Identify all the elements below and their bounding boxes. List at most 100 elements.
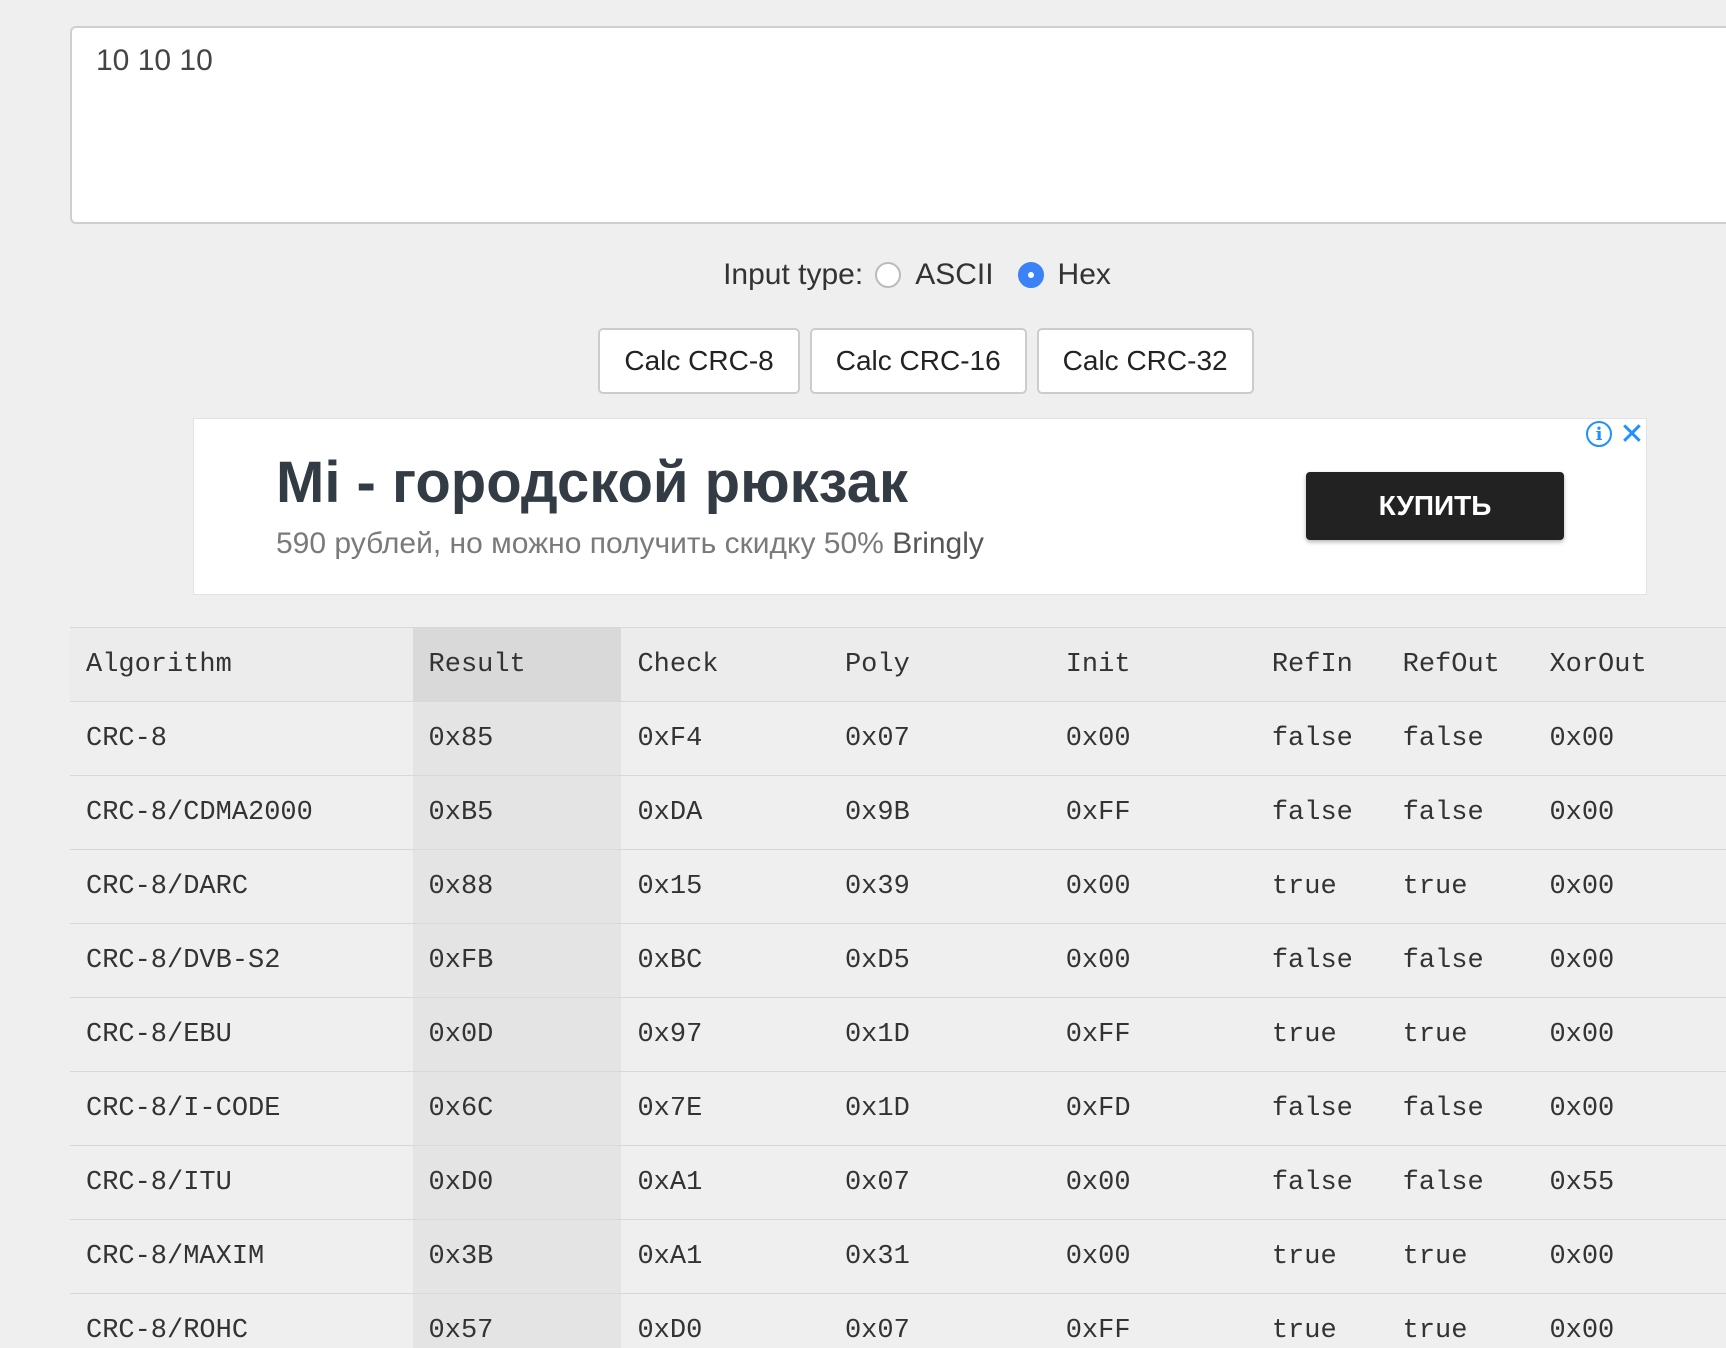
cell-xorout: 0x00: [1533, 1219, 1726, 1294]
cell-xorout: 0x00: [1533, 1071, 1726, 1146]
calc-buttons: Calc CRC-8 Calc CRC-16 Calc CRC-32: [0, 328, 1726, 394]
cell-check: 0xBC: [621, 923, 829, 998]
cell-result: 0x88: [412, 849, 622, 924]
cell-init: 0xFF: [1049, 1293, 1256, 1348]
table-header-row: Algorithm Result Check Poly Init RefIn R…: [70, 627, 1726, 702]
cell-xorout: 0x00: [1533, 923, 1726, 998]
ad-buy-button[interactable]: КУПИТЬ: [1306, 472, 1564, 540]
ad-subtitle: 590 рублей, но можно получить скидку 50%…: [276, 527, 984, 561]
cell-algorithm: CRC-8/EBU: [70, 997, 413, 1072]
close-icon[interactable]: ✕: [1618, 418, 1646, 451]
cell-algorithm: CRC-8/DARC: [70, 849, 413, 924]
calc-crc32-button[interactable]: Calc CRC-32: [1036, 328, 1254, 394]
radio-hex-circle[interactable]: [1017, 262, 1044, 288]
cell-poly: 0xD5: [828, 923, 1050, 998]
cell-check: 0xDA: [621, 775, 829, 850]
cell-refin: false: [1255, 923, 1387, 998]
cell-refin: true: [1255, 849, 1387, 924]
table-row: CRC-8/CDMA2000 0xB5 0xDA 0x9B 0xFF false false…: [70, 775, 1726, 850]
cell-refin: false: [1255, 1071, 1387, 1146]
cell-result: 0x0D: [412, 997, 622, 1072]
ad-banner[interactable]: Mi - городской рюкзак 590 рублей, но мож…: [193, 418, 1647, 595]
page: Input type: ASCII Hex Calc CRC-8 Calc CR…: [0, 0, 1726, 1348]
cell-refout: false: [1386, 701, 1534, 776]
cell-init: 0x00: [1049, 1219, 1256, 1294]
cell-result: 0x6C: [412, 1071, 622, 1146]
cell-refin: true: [1255, 1219, 1387, 1294]
cell-refin: false: [1255, 701, 1387, 776]
cell-algorithm: CRC-8/CDMA2000: [70, 775, 413, 850]
input-type-group: Input type: ASCII Hex: [0, 258, 1726, 292]
calc-crc16-button[interactable]: Calc CRC-16: [809, 328, 1027, 394]
table-row: CRC-8 0x85 0xF4 0x07 0x00 false false 0x00: [70, 701, 1726, 776]
table-row: CRC-8/I-CODE 0x6C 0x7E 0x1D 0xFD false false 0x…: [70, 1071, 1726, 1146]
header-result[interactable]: Result: [412, 627, 622, 702]
radio-hex[interactable]: Hex: [1017, 258, 1111, 292]
cell-result: 0x57: [412, 1293, 622, 1348]
ad-title: Mi - городской рюкзак: [276, 450, 908, 515]
cell-xorout: 0x00: [1533, 849, 1726, 924]
cell-xorout: 0x55: [1533, 1145, 1726, 1220]
table-row: CRC-8/ROHC 0x57 0xD0 0x07 0xFF true true 0x00: [70, 1293, 1726, 1348]
data-input[interactable]: [70, 26, 1726, 224]
header-check[interactable]: Check: [621, 627, 829, 702]
cell-poly: 0x39: [828, 849, 1050, 924]
cell-refout: true: [1386, 849, 1534, 924]
cell-refin: false: [1255, 1145, 1387, 1220]
cell-xorout: 0x00: [1533, 775, 1726, 850]
cell-init: 0x00: [1049, 923, 1256, 998]
cell-algorithm: CRC-8/ROHC: [70, 1293, 413, 1348]
table-row: CRC-8/DVB-S2 0xFB 0xBC 0xD5 0x00 false false 0x…: [70, 923, 1726, 998]
cell-refout: false: [1386, 1145, 1534, 1220]
table-row: CRC-8/MAXIM 0x3B 0xA1 0x31 0x00 true true 0x00: [70, 1219, 1726, 1294]
cell-algorithm: CRC-8/ITU: [70, 1145, 413, 1220]
header-algorithm[interactable]: Algorithm: [70, 627, 413, 702]
cell-init: 0xFF: [1049, 997, 1256, 1072]
cell-result: 0xB5: [412, 775, 622, 850]
header-poly[interactable]: Poly: [828, 627, 1050, 702]
radio-ascii-circle[interactable]: [875, 262, 902, 288]
radio-hex-label: Hex: [1057, 258, 1111, 291]
cell-init: 0xFF: [1049, 775, 1256, 850]
cell-refout: false: [1386, 775, 1534, 850]
cell-poly: 0x1D: [828, 997, 1050, 1072]
cell-poly: 0x9B: [828, 775, 1050, 850]
cell-check: 0x15: [621, 849, 829, 924]
header-init[interactable]: Init: [1049, 627, 1256, 702]
cell-check: 0xA1: [621, 1219, 829, 1294]
cell-poly: 0x31: [828, 1219, 1050, 1294]
cell-refout: false: [1386, 1071, 1534, 1146]
cell-refout: true: [1386, 1219, 1534, 1294]
table-row: CRC-8/ITU 0xD0 0xA1 0x07 0x00 false false 0x55: [70, 1145, 1726, 1220]
cell-result: 0x3B: [412, 1219, 622, 1294]
cell-algorithm: CRC-8/MAXIM: [70, 1219, 413, 1294]
cell-poly: 0x07: [828, 1293, 1050, 1348]
cell-poly: 0x07: [828, 701, 1050, 776]
header-refout[interactable]: RefOut: [1386, 627, 1534, 702]
crc-results-table: Algorithm Result Check Poly Init RefIn R…: [70, 627, 1726, 1348]
cell-init: 0x00: [1049, 1145, 1256, 1220]
cell-refin: true: [1255, 1293, 1387, 1348]
cell-poly: 0x1D: [828, 1071, 1050, 1146]
cell-xorout: 0x00: [1533, 1293, 1726, 1348]
info-icon[interactable]: i: [1586, 421, 1612, 447]
cell-check: 0xF4: [621, 701, 829, 776]
cell-check: 0xD0: [621, 1293, 829, 1348]
cell-init: 0x00: [1049, 701, 1256, 776]
cell-xorout: 0x00: [1533, 701, 1726, 776]
radio-ascii[interactable]: ASCII: [875, 258, 994, 292]
calc-crc8-button[interactable]: Calc CRC-8: [598, 328, 800, 394]
ad-brand: Bringly: [892, 527, 984, 560]
cell-init: 0xFD: [1049, 1071, 1256, 1146]
header-refin[interactable]: RefIn: [1255, 627, 1387, 702]
header-xorout[interactable]: XorOut: [1533, 627, 1726, 702]
cell-algorithm: CRC-8: [70, 701, 413, 776]
cell-refout: true: [1386, 997, 1534, 1072]
cell-refin: false: [1255, 775, 1387, 850]
ad-subtitle-text: 590 рублей, но можно получить скидку 50%: [276, 527, 884, 560]
cell-refout: true: [1386, 1293, 1534, 1348]
cell-check: 0x97: [621, 997, 829, 1072]
cell-result: 0xFB: [412, 923, 622, 998]
cell-refout: false: [1386, 923, 1534, 998]
cell-result: 0x85: [412, 701, 622, 776]
